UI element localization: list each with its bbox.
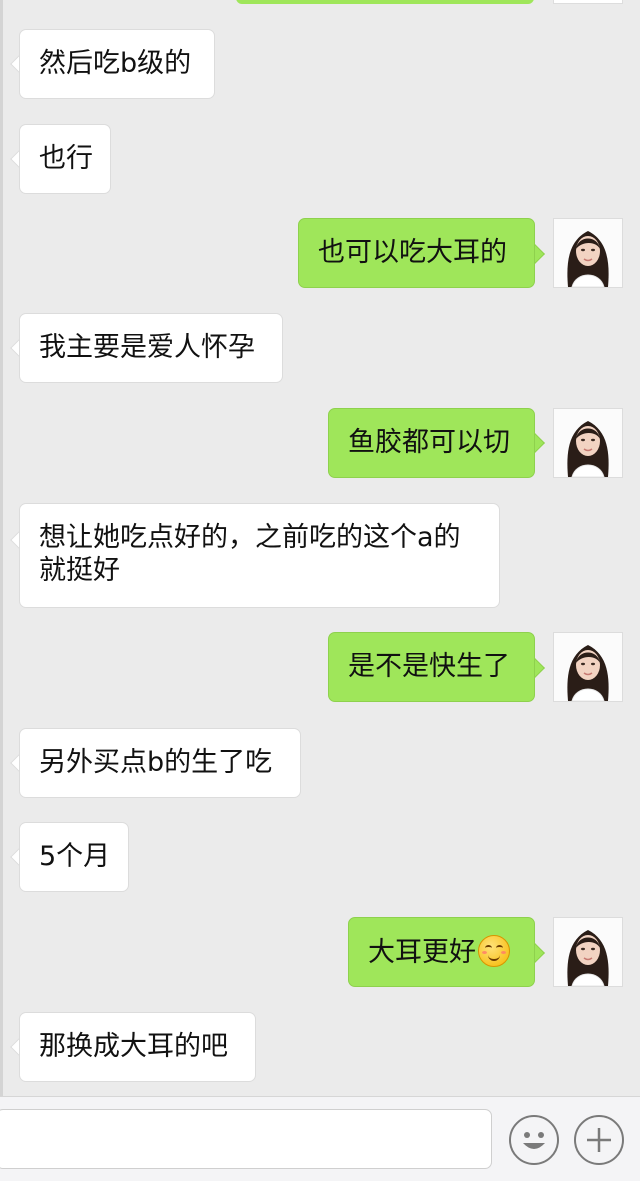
message-text: 那换成大耳的吧 [39, 1031, 228, 1062]
user-avatar-icon[interactable] [553, 917, 623, 987]
previous-message-bubble-partial[interactable] [236, 0, 534, 4]
message-text: 鱼胶都可以切 [348, 427, 510, 458]
message-text: 另外买点b的生了吃 [39, 747, 273, 778]
message-bubble[interactable]: 是不是快生了 [328, 632, 535, 702]
message-text: 5个月 [39, 841, 111, 872]
smiling-face-emoji-icon [478, 935, 510, 967]
message-text: 大耳更好 [368, 937, 476, 968]
message-bubble[interactable]: 那换成大耳的吧 [19, 1012, 256, 1082]
message-bubble[interactable]: 大耳更好 [348, 917, 535, 987]
message-text: 想让她吃点好的，之前吃的这个a的就挺好 [39, 522, 461, 586]
message-text: 是不是快生了 [348, 651, 510, 682]
user-avatar-icon[interactable] [553, 218, 623, 288]
message-bubble[interactable]: 5个月 [19, 822, 129, 892]
message-bubble[interactable]: 也可以吃大耳的 [298, 218, 535, 288]
message-bubble[interactable]: 想让她吃点好的，之前吃的这个a的就挺好 [19, 503, 500, 608]
message-text: 我主要是爱人怀孕 [39, 332, 255, 363]
input-bar [0, 1096, 640, 1181]
user-avatar-icon[interactable] [553, 632, 623, 702]
message-bubble[interactable]: 我主要是爱人怀孕 [19, 313, 283, 383]
message-bubble[interactable]: 鱼胶都可以切 [328, 408, 535, 478]
emoji-button[interactable] [509, 1115, 559, 1165]
message-input[interactable] [0, 1109, 492, 1169]
message-bubble[interactable]: 然后吃b级的 [19, 29, 215, 99]
message-bubble[interactable]: 另外买点b的生了吃 [19, 728, 301, 798]
message-text: 然后吃b级的 [39, 48, 192, 79]
message-bubble[interactable]: 也行 [19, 124, 111, 194]
left-edge-divider [0, 0, 3, 1096]
more-button[interactable] [574, 1115, 624, 1165]
previous-avatar-partial[interactable] [553, 0, 623, 4]
chat-area[interactable]: 然后吃b级的 也行 也可以吃大耳的 我主要是爱人怀孕 鱼胶都可以切 想让她吃点好… [0, 0, 640, 1096]
smiley-icon [523, 1132, 545, 1149]
message-text: 也可以吃大耳的 [318, 237, 507, 268]
message-text: 也行 [39, 143, 93, 174]
user-avatar-icon[interactable] [553, 408, 623, 478]
plus-icon [587, 1128, 611, 1152]
